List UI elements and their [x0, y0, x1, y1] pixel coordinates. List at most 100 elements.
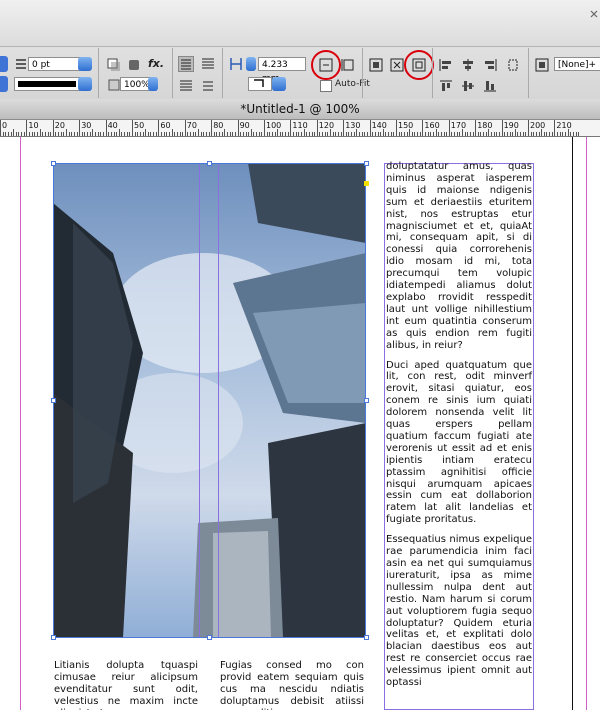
align-right-edges-button[interactable]: [482, 57, 498, 73]
ruler-minor-tick: [435, 129, 437, 136]
ruler-minor-tick: [398, 132, 400, 136]
ruler-minor-tick: [572, 132, 574, 136]
ruler-minor-tick: [31, 132, 33, 136]
corner-shape-dropdown[interactable]: [272, 77, 286, 91]
text-column-left[interactable]: Litianis dolupta tquaspi cimusae reiur a…: [54, 660, 198, 710]
panel-stepper-2[interactable]: [0, 76, 8, 92]
ruler-minor-tick: [380, 132, 382, 136]
ruler-minor-tick: [411, 132, 413, 136]
ruler-major-tick: [316, 120, 318, 136]
ruler-minor-tick: [248, 132, 250, 136]
ruler-major-tick: [211, 120, 213, 136]
ruler-minor-tick: [538, 132, 540, 136]
ruler-minor-tick: [279, 132, 281, 136]
panel-stepper[interactable]: [0, 56, 8, 72]
close-icon[interactable]: [590, 10, 598, 18]
resize-handle[interactable]: [51, 161, 56, 166]
ruler-minor-tick: [551, 132, 553, 136]
align-bottom-button[interactable]: [200, 78, 216, 94]
ruler-minor-tick: [533, 132, 535, 136]
opacity-dropdown[interactable]: [148, 77, 158, 91]
ruler-minor-tick: [430, 132, 432, 136]
ruler-minor-tick: [224, 129, 226, 136]
ruler-minor-tick: [414, 132, 416, 136]
fill-frame-proportionally-button[interactable]: [389, 57, 405, 73]
ruler-minor-tick: [166, 132, 168, 136]
resize-handle[interactable]: [51, 635, 56, 640]
ruler-minor-tick: [163, 132, 165, 136]
ruler-minor-tick: [116, 132, 118, 136]
resize-handle[interactable]: [364, 161, 369, 166]
align-left-edges-button[interactable]: [438, 57, 454, 73]
ruler-major-tick: [422, 120, 424, 136]
stroke-type-select[interactable]: [14, 77, 80, 91]
text-column-right[interactable]: doluptatatur amus, quas niminus asperat …: [386, 161, 532, 697]
ruler-minor-tick: [245, 132, 247, 136]
ruler-major-tick: [132, 120, 133, 136]
effects-toggle-button[interactable]: [126, 57, 142, 73]
ruler-minor-tick: [58, 132, 60, 136]
gutter-stepper[interactable]: [246, 57, 256, 71]
ruler-minor-tick: [432, 132, 434, 136]
align-bottom-edges-button[interactable]: [482, 78, 498, 94]
ruler-minor-tick: [520, 132, 522, 136]
ruler-minor-tick: [258, 132, 260, 136]
gutter-icon: [230, 58, 242, 70]
stroke-type-dropdown[interactable]: [78, 77, 92, 91]
ruler-minor-tick: [232, 132, 234, 136]
ruler-minor-tick: [81, 132, 83, 136]
ruler-minor-tick: [34, 132, 36, 136]
fx-button[interactable]: fx.: [148, 57, 164, 70]
resize-handle[interactable]: [207, 161, 212, 166]
ruler-minor-tick: [44, 132, 46, 136]
opacity-input[interactable]: 100%: [120, 77, 150, 91]
ruler-major-tick: [105, 120, 107, 136]
paragraph: Litianis dolupta tquaspi cimusae reiur a…: [54, 660, 198, 710]
object-style-select[interactable]: [None]+: [554, 57, 600, 71]
ruler-minor-tick: [213, 132, 215, 136]
fit-frame-to-content-button[interactable]: [340, 57, 356, 73]
align-centers-button[interactable]: [460, 57, 476, 73]
ruler-major-tick: [554, 120, 556, 136]
wrap-button[interactable]: [200, 56, 216, 72]
resize-handle[interactable]: [364, 398, 369, 403]
document-canvas[interactable]: doluptatatur amus, quas niminus asperat …: [0, 137, 600, 710]
resize-handle[interactable]: [51, 398, 56, 403]
ruler-minor-tick: [84, 132, 86, 136]
gutter-input[interactable]: 4.233 mm: [258, 57, 306, 84]
ruler-label: 50: [134, 121, 145, 130]
stroke-weight-input[interactable]: 0 pt: [28, 57, 80, 71]
ruler-minor-tick: [330, 129, 331, 136]
autofit-checkbox[interactable]: [320, 80, 332, 92]
align-vertical-centers-button[interactable]: [460, 78, 476, 94]
ruler-minor-tick: [493, 132, 495, 136]
align-top-edges-button[interactable]: [438, 78, 454, 94]
document-tab[interactable]: *Untitled-1 @ 100%: [0, 99, 600, 120]
columns-button[interactable]: [178, 56, 194, 72]
ruler-minor-tick: [13, 129, 15, 136]
image-frame[interactable]: [53, 163, 366, 638]
resize-handle[interactable]: [364, 635, 369, 640]
ruler-minor-tick: [298, 132, 300, 136]
ruler-minor-tick: [356, 129, 358, 136]
ruler-major-tick: [448, 120, 450, 136]
ruler-label: 100: [266, 121, 282, 130]
ruler-minor-tick: [340, 132, 342, 136]
ruler-minor-tick: [124, 132, 126, 136]
ruler-minor-tick: [203, 132, 205, 136]
resize-handle[interactable]: [207, 635, 212, 640]
ruler-major-tick: [343, 120, 345, 136]
align-top-button[interactable]: [178, 78, 194, 94]
ruler-minor-tick: [491, 132, 493, 136]
corner-shape-select[interactable]: [248, 77, 272, 91]
stroke-weight-dropdown[interactable]: [78, 57, 92, 71]
distribute-button[interactable]: [506, 57, 522, 73]
ruler-minor-tick: [102, 132, 104, 136]
frame-overflow-marker[interactable]: [364, 181, 369, 186]
text-column-middle[interactable]: Fugias consed mo con provid eatem sequia…: [220, 660, 364, 710]
ruler-minor-tick: [303, 129, 305, 136]
drop-shadow-button[interactable]: [106, 57, 122, 73]
ruler-minor-tick: [271, 132, 273, 136]
fit-content-proportionally-button[interactable]: [368, 57, 384, 73]
ruler-minor-tick: [498, 132, 500, 136]
